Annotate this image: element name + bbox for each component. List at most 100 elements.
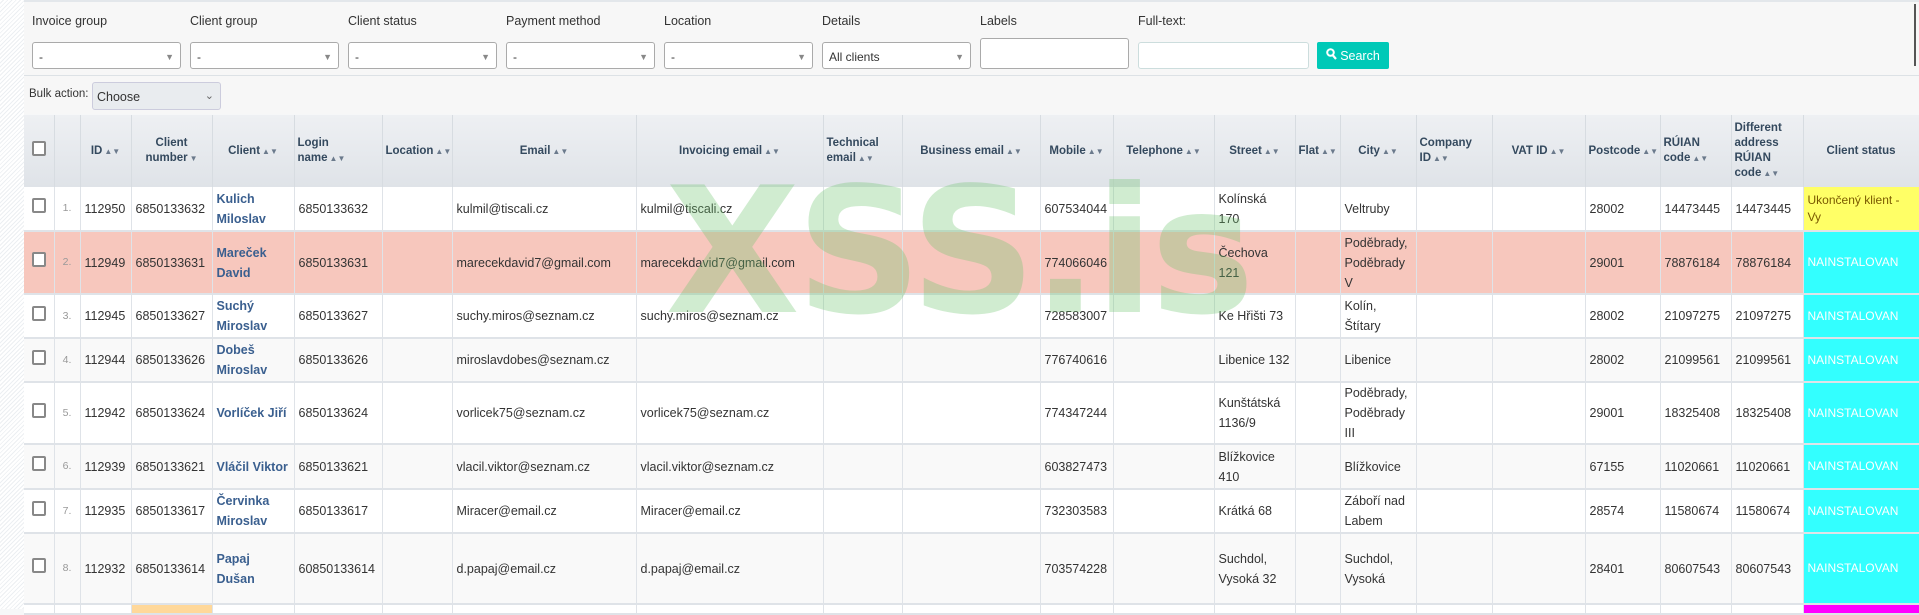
sort-icon[interactable]: ▲▼ <box>764 147 780 156</box>
cell-city: Kolín, Štítary <box>1340 294 1417 339</box>
filter-select[interactable]: All clients ▼ <box>822 42 971 69</box>
column-header[interactable]: Client ▲▼ <box>212 115 295 187</box>
sort-icon[interactable]: ▲▼ <box>1763 169 1779 178</box>
column-header[interactable]: Login name ▲▼ <box>294 115 383 187</box>
cell-id: 112939 <box>80 444 132 490</box>
cell-client[interactable]: Vláčil Viktor <box>212 444 295 490</box>
search-button[interactable]: Search <box>1317 42 1389 69</box>
sort-icon[interactable]: ▲▼ <box>330 154 346 163</box>
column-header[interactable]: RÚIAN code ▲▼ <box>1660 115 1732 187</box>
cell-status: NAINSTALOVAN <box>1803 338 1919 383</box>
column-header[interactable]: Mobile ▲▼ <box>1040 115 1114 187</box>
row-checkbox[interactable] <box>31 305 46 321</box>
column-header[interactable]: Flat ▲▼ <box>1295 115 1341 187</box>
row-checkbox[interactable] <box>31 402 46 418</box>
row-select-cell <box>24 187 55 232</box>
column-header[interactable]: Invoicing email ▲▼ <box>636 115 824 187</box>
row-checkbox[interactable] <box>31 252 46 267</box>
cell-invoicing-email: kulmil@tiscali.cz <box>636 187 824 232</box>
row-number: 6. <box>54 444 81 490</box>
filter-select[interactable]: - ▼ <box>664 42 813 69</box>
cell-flat <box>1295 187 1341 232</box>
sort-icon[interactable]: ▲▼ <box>435 147 451 156</box>
sort-icon[interactable]: ▲▼ <box>104 147 120 156</box>
column-header[interactable]: City ▲▼ <box>1340 115 1417 187</box>
sort-icon[interactable]: ▲▼ <box>1264 147 1280 156</box>
column-header[interactable]: Location ▲▼ <box>382 115 453 187</box>
column-header-label: Email <box>519 144 551 157</box>
column-header[interactable]: ID ▲▼ <box>80 115 132 187</box>
row-checkbox[interactable] <box>31 500 46 516</box>
sort-icon[interactable]: ▲▼ <box>552 147 568 156</box>
column-header[interactable]: Business email ▲▼ <box>902 115 1041 187</box>
column-header[interactable]: Client status <box>1803 115 1919 187</box>
column-header[interactable]: Email ▲▼ <box>452 115 637 187</box>
select-all-checkbox[interactable] <box>31 141 46 157</box>
cell-mobile: 774347244 <box>1040 382 1114 445</box>
cell-invoicing-email: Miracer@email.cz <box>636 489 824 534</box>
column-header[interactable]: Client number ▼ <box>131 115 213 187</box>
filter-select[interactable]: - ▼ <box>506 42 655 69</box>
cell <box>1295 604 1341 615</box>
column-header[interactable]: Technical email ▲▼ <box>823 115 903 187</box>
cell-client[interactable]: Suchý Miroslav <box>212 294 295 339</box>
sort-icon[interactable]: ▲▼ <box>1088 147 1104 156</box>
sort-icon[interactable]: ▲▼ <box>858 154 874 163</box>
sort-icon[interactable]: ▲▼ <box>262 147 278 156</box>
sort-desc-icon[interactable]: ▼ <box>190 154 198 163</box>
row-select-cell <box>24 489 55 534</box>
table-row[interactable]: 3. 112945 6850133627 Suchý Miroslav 68501336… <box>24 294 1919 339</box>
fulltext-input[interactable] <box>1138 42 1309 69</box>
bulk-action-select[interactable]: Choose ⌄ <box>92 82 221 110</box>
table-row[interactable]: 2. 112949 6850133631 Mareček David 685013363… <box>24 231 1919 295</box>
cell-location <box>382 187 453 232</box>
filter-select[interactable]: - ▼ <box>348 42 497 69</box>
row-checkbox[interactable] <box>31 558 46 573</box>
cell-vat-id <box>1492 231 1586 295</box>
table-row[interactable]: 7. 112935 6850133617 Červinka Miroslav 68501… <box>24 489 1919 534</box>
cell <box>452 604 637 615</box>
cell-client[interactable]: Vorlíček Jiří <box>212 382 295 445</box>
row-checkbox[interactable] <box>31 456 46 471</box>
table-row[interactable]: 8. 112932 6850133614 Papaj Dušan 60850133614… <box>24 533 1919 605</box>
sort-icon[interactable]: ▲▼ <box>1006 147 1022 156</box>
sort-icon[interactable]: ▲▼ <box>1185 147 1201 156</box>
cell-status: NAINSTALOVAN <box>1803 294 1919 339</box>
sort-icon[interactable]: ▲▼ <box>1692 154 1708 163</box>
table-row[interactable]: 5. 112942 6850133624 Vorlíček Jiří 685013362… <box>24 382 1919 445</box>
column-header[interactable]: Company ID ▲▼ <box>1416 115 1493 187</box>
cell-postcode: 29001 <box>1585 382 1661 445</box>
table-row[interactable]: 6. 112939 6850133621 Vláčil Viktor 685013362… <box>24 444 1919 490</box>
column-header[interactable]: Postcode ▲▼ <box>1585 115 1661 187</box>
cell-client[interactable]: Kulich Miloslav <box>212 187 295 232</box>
cell-client[interactable]: Červinka Miroslav <box>212 489 295 534</box>
cell-flat <box>1295 533 1341 605</box>
cell-id: 112949 <box>80 231 132 295</box>
sort-icon[interactable]: ▲▼ <box>1433 154 1449 163</box>
sort-icon[interactable]: ▲▼ <box>1321 147 1337 156</box>
table-row[interactable]: 4. 112944 6850133626 Dobeš Miroslav 68501336… <box>24 338 1919 383</box>
table-row[interactable]: 1. 112950 6850133632 Kulich Miloslav 6850133… <box>24 187 1919 232</box>
cell-client[interactable]: Dobeš Miroslav <box>212 338 295 383</box>
column-header[interactable]: VAT ID ▲▼ <box>1492 115 1586 187</box>
column-header[interactable]: Telephone ▲▼ <box>1113 115 1215 187</box>
filter-select[interactable]: - ▼ <box>32 42 181 69</box>
cell-client[interactable]: Mareček David <box>212 231 295 295</box>
search-icon <box>1326 48 1338 63</box>
sort-icon[interactable]: ▲▼ <box>1382 147 1398 156</box>
row-select-cell <box>24 231 55 295</box>
table-row-partial[interactable] <box>24 603 1919 615</box>
sort-icon[interactable]: ▲▼ <box>1642 147 1658 156</box>
filter-select[interactable]: - ▼ <box>190 42 339 69</box>
column-header[interactable]: Different address RÚIAN code ▲▼ <box>1731 115 1804 187</box>
sort-icon[interactable]: ▲▼ <box>1550 147 1566 156</box>
row-checkbox[interactable] <box>31 349 46 365</box>
cell-vat-id <box>1492 338 1586 383</box>
cell-ruian: 14473445 <box>1660 187 1732 232</box>
vertical-scrollbar[interactable] <box>1914 4 1916 66</box>
labels-input[interactable] <box>980 38 1129 69</box>
cell-login: 6850133617 <box>294 489 383 534</box>
row-checkbox[interactable] <box>31 198 46 213</box>
cell-client[interactable]: Papaj Dušan <box>212 533 295 605</box>
column-header[interactable]: Street ▲▼ <box>1214 115 1296 187</box>
